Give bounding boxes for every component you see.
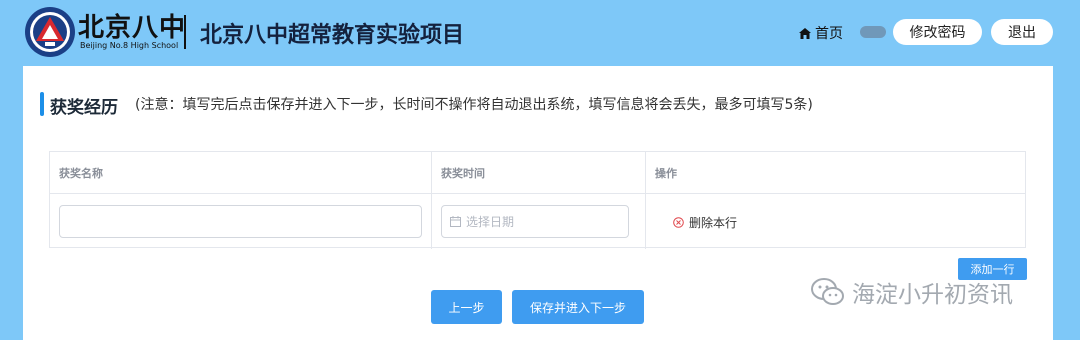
award-name-input[interactable] [59, 205, 422, 238]
column-header-award-name: 获奖名称 [59, 166, 103, 180]
previous-step-button[interactable]: 上一步 [431, 290, 502, 324]
section-title: 获奖经历 [50, 98, 118, 118]
column-divider [645, 152, 646, 249]
column-header-award-date: 获奖时间 [441, 166, 485, 180]
column-divider [431, 152, 432, 249]
logo-script-text: 北京八中 [78, 13, 187, 43]
save-and-next-button[interactable]: 保存并进入下一步 [512, 290, 644, 324]
award-date-picker[interactable]: 选择日期 [441, 205, 629, 238]
watermark-text: 海淀小升初资讯 [852, 282, 1013, 308]
watermark: 海淀小升初资讯 [810, 275, 1013, 309]
date-placeholder: 选择日期 [466, 215, 515, 229]
wechat-icon [811, 278, 844, 305]
change-password-button[interactable]: 修改密码 [893, 19, 982, 45]
home-label: 首页 [815, 26, 843, 42]
calendar-icon [450, 216, 461, 227]
awards-table: 获奖名称 获奖时间 操作 选择日期 删除本行 [49, 151, 1026, 249]
section-note: (注意：填写完后点击保存并进入下一步，长时间不操作将自动退出系统，填写信息将会丢… [135, 97, 813, 113]
delete-row-label: 删除本行 [689, 216, 738, 230]
top-header: 北京八中 Beijing No.8 High School 北京八中超常教育实验… [0, 0, 1080, 66]
home-link[interactable]: 首页 [799, 23, 843, 43]
site-title: 北京八中超常教育实验项目 [200, 23, 465, 48]
username-blurred [860, 26, 886, 38]
delete-row-button[interactable]: 删除本行 [673, 214, 737, 231]
logout-button[interactable]: 退出 [991, 19, 1053, 45]
column-header-actions: 操作 [655, 166, 677, 180]
logo-english-text: Beijing No.8 High School [80, 41, 179, 50]
section-accent-bar [40, 92, 44, 116]
header-row-divider [50, 193, 1025, 194]
home-icon [799, 27, 811, 39]
header-divider [184, 15, 186, 49]
remove-circle-icon [673, 217, 684, 228]
school-logo-icon [25, 7, 75, 57]
